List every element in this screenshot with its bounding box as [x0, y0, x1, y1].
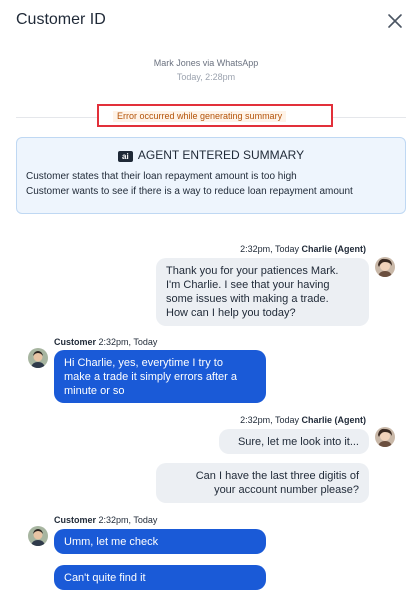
message-time: 2:32pm, Today: [98, 515, 158, 525]
message-time: 2:32pm, Today: [98, 337, 158, 347]
message-time: 2:32pm, Today: [240, 244, 299, 254]
message-line: your account number please?: [214, 484, 359, 496]
message-line: minute or so: [64, 385, 125, 397]
message-line: Hi Charlie, yes, everytime I try to: [64, 357, 223, 369]
message-time: 2:32pm, Today: [240, 415, 299, 425]
agent-message-bubble: Can I have the last three digitis of you…: [156, 463, 369, 503]
message-line: Can't quite find it: [64, 572, 146, 584]
summary-title: AGENT ENTERED SUMMARY: [137, 148, 305, 162]
error-message: Error occurred while generating summary: [113, 111, 287, 122]
message-stamp: 2:32pm, Today Charlie (Agent): [240, 244, 366, 254]
agent-avatar: [375, 427, 395, 447]
agent-message-bubble: Thank you for your patiences Mark. I'm C…: [156, 258, 369, 326]
error-banner: Error occurred while generating summary: [97, 104, 333, 127]
agent-avatar: [375, 257, 395, 277]
message-line: Umm, let me check: [64, 536, 159, 548]
summary-heading: ai AGENT ENTERED SUMMARY: [17, 148, 405, 162]
agent-message-bubble: Sure, let me look into it...: [219, 429, 369, 454]
customer-message-bubble: Umm, let me check: [54, 529, 266, 554]
message-line: I'm Charlie. I see that your having: [166, 279, 330, 291]
message-stamp: Customer 2:32pm, Today: [54, 515, 157, 525]
agent-summary-card: ai AGENT ENTERED SUMMARY Customer states …: [16, 137, 406, 214]
message-line: How can I help you today?: [166, 307, 296, 319]
close-icon[interactable]: [386, 12, 404, 30]
message-line: some issues with making a trade.: [166, 293, 329, 305]
conversation-source: Mark Jones via WhatsApp: [153, 58, 259, 68]
message-sender: Customer: [54, 337, 97, 347]
message-line: Can I have the last three digitis of: [195, 470, 359, 482]
customer-message-bubble: Hi Charlie, yes, everytime I try to make…: [54, 350, 266, 403]
message-sender: Charlie (Agent): [301, 244, 366, 254]
summary-line: Customer states that their loan repaymen…: [26, 171, 297, 182]
message-sender: Charlie (Agent): [301, 415, 366, 425]
summary-line: Customer wants to see if there is a way …: [26, 186, 353, 197]
message-line: Thank you for your patiences Mark.: [166, 265, 339, 277]
customer-message-bubble: Can't quite find it: [54, 565, 266, 590]
message-sender: Customer: [54, 515, 97, 525]
message-line: Sure, let me look into it...: [237, 436, 359, 448]
customer-avatar: [28, 526, 48, 546]
customer-avatar: [28, 348, 48, 368]
message-line: make a trade it simply errors after a: [64, 371, 238, 383]
message-stamp: 2:32pm, Today Charlie (Agent): [240, 415, 366, 425]
page-title: Customer ID: [16, 11, 106, 28]
ai-icon: ai: [117, 151, 133, 162]
message-stamp: Customer 2:32pm, Today: [54, 337, 157, 347]
conversation-time: Today, 2:28pm: [176, 72, 236, 82]
header: Customer ID: [0, 0, 412, 44]
